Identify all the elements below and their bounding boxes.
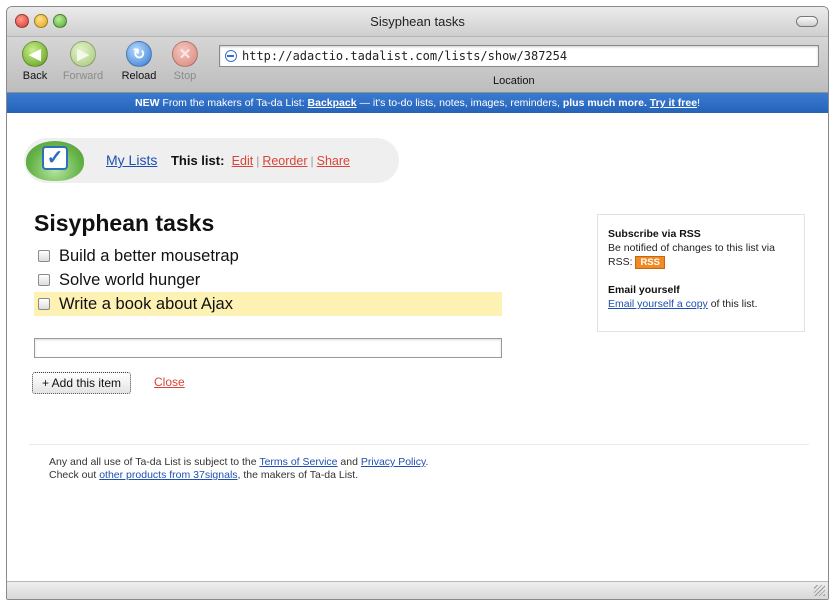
- banner-text-2: — it's to-do lists, notes, images, remin…: [356, 97, 563, 109]
- list-item: Write a book about Ajax: [34, 292, 502, 316]
- checkmark-icon: ✓: [42, 146, 68, 170]
- title-bar[interactable]: Sisyphean tasks: [7, 7, 828, 37]
- back-arrow-icon: ◀: [22, 41, 48, 67]
- item-checkbox[interactable]: [38, 250, 50, 262]
- todo-list: Build a better mousetrap Solve world hun…: [34, 244, 502, 316]
- footer-text: and: [337, 456, 361, 468]
- location-label: Location: [493, 75, 535, 87]
- stop-button[interactable]: ✕ Stop: [161, 41, 209, 82]
- this-list-label: This list:: [170, 153, 225, 168]
- item-label: Write a book about Ajax: [59, 294, 233, 313]
- back-button[interactable]: ◀ Back: [11, 41, 59, 82]
- share-link[interactable]: Share: [317, 154, 350, 168]
- other-products-link[interactable]: other products from 37signals: [99, 469, 237, 481]
- footer-text: Any and all use of Ta-da List is subject…: [49, 456, 260, 468]
- forward-arrow-icon: ▶: [70, 41, 96, 67]
- status-bar: [7, 581, 828, 599]
- rss-text: Be notified of changes to this list via …: [608, 242, 775, 268]
- stop-label: Stop: [173, 70, 197, 82]
- window-title: Sisyphean tasks: [370, 14, 465, 29]
- email-description: Email yourself a copy of this list.: [608, 297, 794, 311]
- promo-banner: NEW From the makers of Ta-da List: Backp…: [7, 93, 828, 113]
- stop-x-icon: ✕: [172, 41, 198, 67]
- banner-suffix: !: [697, 97, 700, 109]
- page-content: ✓ My Lists This list: Edit | Reorder | Share…: [7, 113, 828, 579]
- list-navigation: ✓ My Lists This list: Edit | Reorder | Share: [24, 138, 399, 183]
- rss-heading: Subscribe via RSS: [608, 228, 701, 240]
- sidebar-box: Subscribe via RSS Be notified of changes…: [597, 214, 805, 332]
- item-checkbox[interactable]: [38, 298, 50, 310]
- item-checkbox[interactable]: [38, 274, 50, 286]
- list-item: Solve world hunger: [34, 268, 502, 292]
- nav-links: My Lists This list: Edit | Reorder | Share: [106, 152, 350, 168]
- banner-new-label: NEW: [135, 97, 160, 109]
- email-heading: Email yourself: [608, 284, 680, 296]
- browser-window: Sisyphean tasks ◀ Back ▶ Forward ↻ Reloa…: [6, 6, 829, 600]
- item-label: Solve world hunger: [59, 270, 201, 289]
- backpack-link[interactable]: Backpack: [308, 97, 357, 109]
- reorder-link[interactable]: Reorder: [262, 154, 307, 168]
- try-it-free-link[interactable]: Try it free: [650, 97, 697, 109]
- globe-icon: [225, 50, 237, 62]
- browser-toolbar: ◀ Back ▶ Forward ↻ Reload ✕ Stop http://…: [7, 37, 828, 93]
- reload-icon: ↻: [126, 41, 152, 67]
- banner-text: From the makers of Ta-da List:: [159, 97, 308, 109]
- page-footer: Any and all use of Ta-da List is subject…: [49, 456, 428, 482]
- forward-label: Forward: [62, 70, 104, 82]
- email-suffix: of this list.: [707, 298, 758, 310]
- email-copy-link[interactable]: Email yourself a copy: [608, 298, 708, 310]
- footer-text: Check out: [49, 469, 100, 481]
- edit-link[interactable]: Edit: [232, 154, 254, 168]
- terms-of-service-link[interactable]: Terms of Service: [259, 456, 337, 468]
- back-label: Back: [22, 70, 48, 82]
- forward-button[interactable]: ▶ Forward: [59, 41, 107, 82]
- footer-line-2: Check out other products from 37signals,…: [49, 469, 428, 482]
- privacy-policy-link[interactable]: Privacy Policy: [361, 456, 426, 468]
- address-bar-url: http://adactio.tadalist.com/lists/show/3…: [242, 49, 568, 63]
- nav-separator: |: [310, 154, 314, 168]
- item-label: Build a better mousetrap: [59, 246, 239, 265]
- rss-badge-link[interactable]: RSS: [635, 256, 665, 269]
- footer-text: .: [425, 456, 429, 468]
- resize-grip-icon[interactable]: [814, 585, 825, 596]
- close-link[interactable]: Close: [154, 375, 185, 389]
- my-lists-link[interactable]: My Lists: [106, 152, 157, 168]
- banner-bold-text: plus much more.: [562, 97, 647, 109]
- address-bar[interactable]: http://adactio.tadalist.com/lists/show/3…: [219, 45, 819, 67]
- nav-separator: |: [256, 154, 260, 168]
- tadalist-logo[interactable]: ✓: [26, 141, 84, 181]
- list-item: Build a better mousetrap: [34, 244, 502, 268]
- footer-divider: [29, 444, 809, 445]
- toolbar-toggle-button[interactable]: [796, 16, 818, 27]
- reload-label: Reload: [121, 70, 157, 82]
- footer-line-1: Any and all use of Ta-da List is subject…: [49, 456, 428, 469]
- list-title: Sisyphean tasks: [34, 210, 215, 236]
- footer-text: , the makers of Ta-da List.: [237, 469, 359, 481]
- add-item-button[interactable]: + Add this item: [32, 372, 132, 394]
- rss-description: Be notified of changes to this list via …: [608, 241, 794, 269]
- new-item-input[interactable]: [34, 338, 502, 358]
- reload-button[interactable]: ↻ Reload: [115, 41, 163, 82]
